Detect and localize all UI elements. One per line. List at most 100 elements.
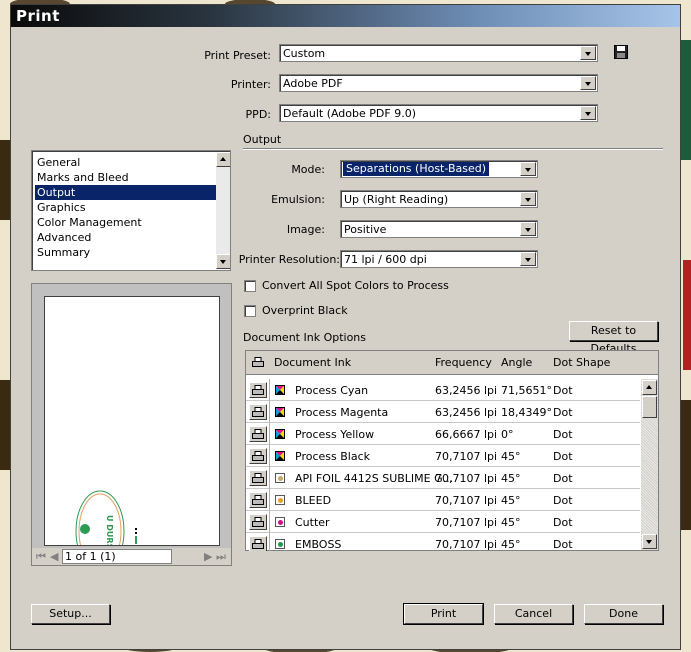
done-button[interactable]: Done	[584, 604, 663, 624]
print-ink-toggle[interactable]	[249, 404, 267, 420]
ink-row[interactable]: EMBOSS 70,7107 lpi 45° Dot	[246, 533, 640, 551]
column-divider	[269, 445, 270, 467]
print-ink-toggle[interactable]	[249, 514, 267, 530]
col-frequency[interactable]: Frequency	[435, 356, 492, 369]
ink-row[interactable]: BLEED 70,7107 lpi 45° Dot	[246, 489, 640, 511]
ink-row[interactable]: Process Black 70,7107 lpi 45° Dot	[246, 445, 640, 467]
ink-scroll-thumb[interactable]	[642, 396, 657, 418]
print-preset-value: Custom	[283, 47, 326, 60]
ink-dot-shape: Dot	[553, 428, 573, 441]
print-ink-toggle[interactable]	[249, 470, 267, 486]
ink-table: Document Ink Frequency Angle Dot Shape P…	[245, 350, 659, 551]
chevron-down-icon[interactable]	[520, 192, 536, 206]
category-item-output[interactable]: Output	[35, 185, 219, 200]
print-button[interactable]: Print	[403, 603, 484, 625]
spot-color-icon	[275, 539, 285, 549]
image-select[interactable]: Positive	[340, 220, 538, 238]
convert-spot-checkbox[interactable]	[244, 280, 256, 292]
col-dot-shape[interactable]: Dot Shape	[553, 356, 610, 369]
page-indicator-field[interactable]: 1 of 1 (1)	[62, 549, 172, 564]
ink-angle: 45°	[501, 472, 521, 485]
col-angle[interactable]: Angle	[501, 356, 532, 369]
ink-row[interactable]: Process Magenta 63,2456 lpi 18,4349° Dot	[246, 401, 640, 423]
chevron-down-icon[interactable]	[520, 252, 536, 266]
ink-row[interactable]: API FOIL 4412S SUBLIME G... 70,7107 lpi 45…	[246, 467, 640, 489]
prev-page-icon[interactable]: ◀	[50, 550, 58, 563]
printer-icon	[252, 539, 264, 549]
ink-name: Process Yellow	[295, 428, 375, 441]
print-ink-toggle[interactable]	[249, 492, 267, 508]
printer-icon	[252, 407, 264, 417]
ink-frequency: 70,7107 lpi	[435, 538, 498, 551]
chevron-down-icon[interactable]	[520, 222, 536, 236]
ink-name: BLEED	[295, 494, 332, 507]
first-page-icon[interactable]: ⏮	[36, 550, 46, 564]
ink-name: Process Black	[295, 450, 370, 463]
page-preview: U DURSO	[44, 296, 220, 546]
print-ink-toggle[interactable]	[249, 448, 267, 464]
mode-select[interactable]: Separations (Host-Based)	[340, 160, 538, 178]
col-document-ink[interactable]: Document Ink	[274, 356, 351, 369]
setup-button[interactable]: Setup...	[31, 604, 110, 624]
ink-row[interactable]: Process Yellow 66,6667 lpi 0° Dot	[246, 423, 640, 445]
last-page-icon[interactable]: ⏭	[216, 550, 226, 564]
printer-icon	[252, 357, 264, 367]
category-item-marks-and-bleed[interactable]: Marks and Bleed	[35, 170, 219, 185]
spot-color-icon	[275, 495, 285, 505]
category-item-graphics[interactable]: Graphics	[35, 200, 219, 215]
title-bar[interactable]: Print	[11, 5, 680, 27]
ink-frequency: 70,7107 lpi	[435, 516, 498, 529]
column-divider	[269, 379, 270, 401]
printer-resolution-select[interactable]: 71 lpi / 600 dpi	[340, 250, 538, 268]
column-divider	[269, 489, 270, 511]
ink-row[interactable]: Process Cyan 63,2456 lpi 71,5651° Dot	[246, 379, 640, 401]
ink-options-title: Document Ink Options	[243, 331, 367, 344]
scroll-down-button[interactable]	[216, 254, 230, 269]
category-list[interactable]: General Marks and Bleed Output Graphics Colo…	[31, 150, 231, 271]
chevron-down-icon[interactable]	[580, 46, 596, 60]
ink-scroll-down-button[interactable]	[642, 534, 657, 549]
category-item-general[interactable]: General	[35, 155, 219, 170]
print-ink-toggle[interactable]	[249, 536, 267, 551]
next-page-icon[interactable]: ▶	[204, 550, 212, 563]
image-value: Positive	[344, 223, 387, 236]
section-divider	[243, 148, 663, 150]
ink-dot-shape: Dot	[553, 494, 573, 507]
printer-icon	[252, 473, 264, 483]
printer-select[interactable]: Adobe PDF	[279, 74, 598, 92]
print-preset-select[interactable]: Custom	[279, 44, 598, 62]
printer-icon	[252, 385, 264, 395]
ink-angle: 18,4349°	[501, 406, 552, 419]
ppd-select[interactable]: Default (Adobe PDF 9.0)	[279, 104, 598, 122]
ink-frequency: 70,7107 lpi	[435, 472, 498, 485]
overprint-black-checkbox[interactable]	[244, 305, 256, 317]
column-divider	[269, 401, 270, 423]
chevron-down-icon[interactable]	[580, 76, 596, 90]
print-ink-toggle[interactable]	[249, 426, 267, 442]
ink-scroll-up-button[interactable]	[642, 380, 657, 395]
ink-angle: 45°	[501, 494, 521, 507]
cancel-button[interactable]: Cancel	[494, 604, 573, 624]
chevron-down-icon[interactable]	[580, 106, 596, 120]
scroll-up-button[interactable]	[216, 152, 230, 167]
ink-table-scrollbar[interactable]	[641, 379, 658, 550]
ink-dot-shape: Dot	[553, 384, 573, 397]
category-scrollbar[interactable]	[216, 152, 230, 269]
ink-frequency: 70,7107 lpi	[435, 450, 498, 463]
category-item-advanced[interactable]: Advanced	[35, 230, 219, 245]
print-preset-label: Print Preset:	[204, 49, 271, 62]
floppy-disk-icon[interactable]	[614, 45, 628, 59]
convert-spot-label: Convert All Spot Colors to Process	[262, 279, 449, 292]
reset-defaults-button[interactable]: Reset to Defaults	[569, 321, 658, 355]
category-item-color-management[interactable]: Color Management	[35, 215, 219, 230]
column-divider	[269, 467, 270, 489]
ink-row[interactable]: Cutter 70,7107 lpi 45° Dot	[246, 511, 640, 533]
column-divider	[269, 423, 270, 445]
printer-label: Printer:	[230, 78, 271, 91]
emulsion-select[interactable]: Up (Right Reading)	[340, 190, 538, 208]
category-item-summary[interactable]: Summary	[35, 245, 219, 260]
overprint-black-label: Overprint Black	[262, 304, 348, 317]
ink-dot-shape: Dot	[553, 472, 573, 485]
chevron-down-icon[interactable]	[520, 162, 536, 176]
print-ink-toggle[interactable]	[249, 382, 267, 398]
